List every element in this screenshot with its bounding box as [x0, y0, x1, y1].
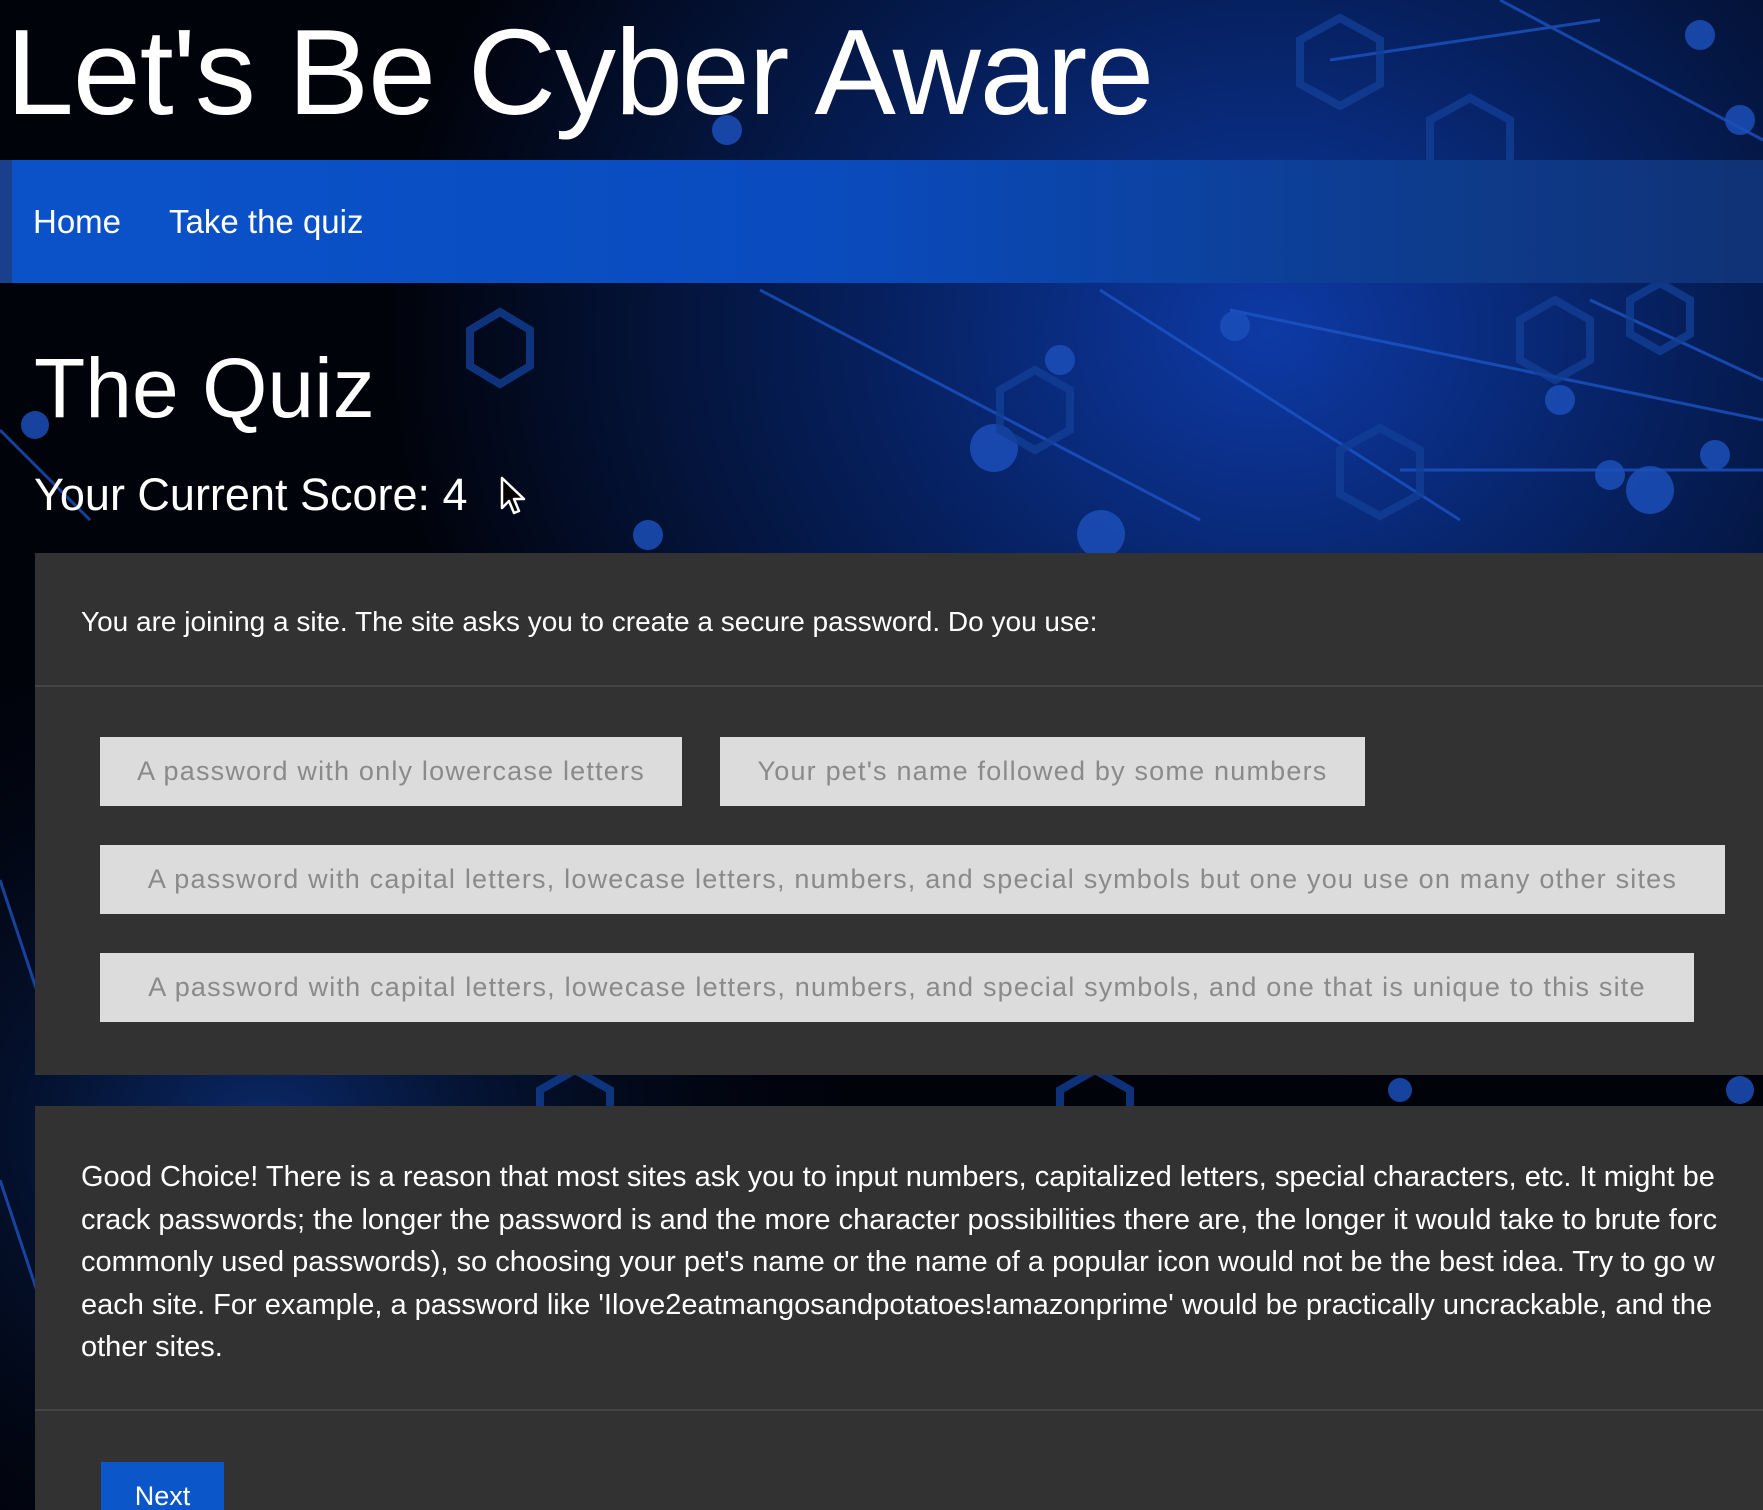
feedback-line: each site. For example, a password like … — [81, 1288, 1713, 1321]
option-row: A password with capital letters, lowecas… — [100, 953, 1763, 1022]
answer-option-lowercase-only[interactable]: A password with only lowercase letters — [100, 737, 682, 806]
option-row: A password with only lowercase letters Y… — [100, 737, 1763, 806]
nav-take-quiz-link[interactable]: Take the quiz — [169, 202, 363, 242]
answer-option-pet-name[interactable]: Your pet's name followed by some numbers — [720, 737, 1365, 806]
question-text: You are joining a site. The site asks yo… — [35, 553, 1763, 687]
page: Let's Be Cyber Aware Home Take the quiz … — [0, 0, 1763, 1510]
option-row: A password with capital letters, lowecas… — [100, 845, 1763, 914]
current-score: Your Current Score: 4 — [34, 469, 468, 520]
answer-option-reused-complex[interactable]: A password with capital letters, lowecas… — [100, 845, 1725, 914]
feedback-line: Good Choice! There is a reason that most… — [81, 1161, 1715, 1193]
nav-home-link[interactable]: Home — [33, 202, 121, 242]
feedback-text: Good Choice! There is a reason that most… — [35, 1106, 1763, 1411]
quiz-heading: The Quiz — [34, 341, 375, 435]
feedback-line: crack passwords; the longer the password… — [81, 1203, 1718, 1236]
answer-option-unique-complex[interactable]: A password with capital letters, lowecas… — [100, 953, 1694, 1022]
answer-options: A password with only lowercase letters Y… — [35, 687, 1763, 1022]
question-card: You are joining a site. The site asks yo… — [35, 553, 1763, 1075]
main-navbar: Home Take the quiz — [0, 160, 1763, 283]
next-button[interactable]: Next — [101, 1462, 224, 1510]
feedback-card: Good Choice! There is a reason that most… — [35, 1106, 1763, 1510]
site-title: Let's Be Cyber Aware — [6, 4, 1154, 140]
feedback-line: commonly used passwords), so choosing yo… — [81, 1246, 1715, 1278]
mouse-pointer-icon — [500, 476, 526, 515]
feedback-line: other sites. — [81, 1331, 223, 1363]
